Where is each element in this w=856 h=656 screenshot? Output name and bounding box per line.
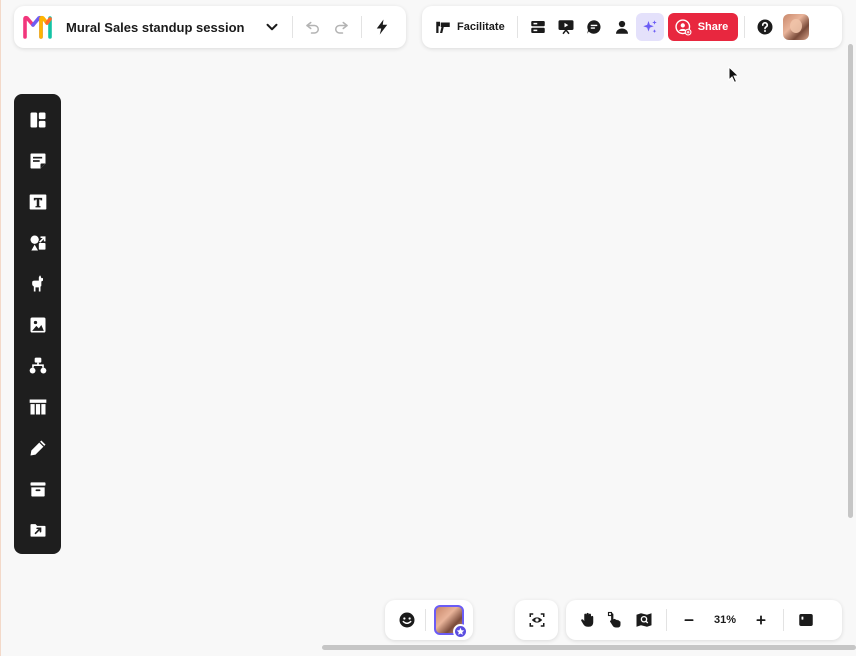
emoji-reaction-icon[interactable] — [393, 606, 421, 634]
table-button[interactable] — [21, 390, 55, 424]
facilitate-label: Facilitate — [457, 21, 505, 33]
view-panel — [515, 600, 558, 640]
focus-view-icon[interactable] — [523, 606, 551, 634]
self-avatar[interactable] — [434, 605, 468, 639]
participants-icon[interactable] — [608, 13, 636, 41]
archive-button[interactable] — [21, 472, 55, 506]
archive-icon — [30, 482, 45, 497]
redo-icon[interactable] — [327, 13, 355, 41]
shapes-button[interactable] — [21, 226, 55, 260]
sticky-note-icon — [30, 153, 45, 169]
export-icon — [30, 523, 45, 537]
divider — [361, 16, 363, 38]
left-toolbar — [14, 94, 61, 554]
icons-button[interactable] — [21, 267, 55, 301]
select-pointer-icon[interactable] — [602, 606, 630, 634]
sticky-note-button[interactable] — [21, 144, 55, 178]
text-button[interactable] — [21, 185, 55, 219]
board-menu-chevron-down-icon[interactable] — [258, 13, 286, 41]
add-user-icon — [675, 18, 692, 35]
divider — [744, 16, 746, 38]
divider — [425, 609, 426, 631]
map-search-icon[interactable] — [630, 606, 658, 634]
mural-logo-icon[interactable] — [22, 14, 56, 40]
divider — [516, 16, 518, 38]
facilitator-star-icon — [453, 624, 468, 639]
share-button[interactable]: Share — [667, 13, 739, 41]
board-header: Mural Sales standup session — [14, 6, 406, 48]
table-icon — [29, 399, 46, 415]
vertical-scrollbar[interactable] — [848, 44, 853, 518]
ai-sparkle-icon[interactable] — [635, 13, 664, 41]
share-label: Share — [697, 21, 729, 33]
user-avatar[interactable] — [783, 14, 810, 40]
templates-icon — [30, 112, 45, 128]
zoom-in-icon[interactable] — [747, 606, 775, 634]
mouse-cursor-icon — [728, 66, 740, 84]
minimap-sidebar-icon[interactable] — [792, 606, 820, 634]
navigation-panel: 31% — [566, 600, 842, 640]
board-canvas[interactable] — [0, 0, 856, 656]
board-title[interactable]: Mural Sales standup session — [66, 20, 244, 35]
undo-icon[interactable] — [299, 13, 327, 41]
image-button[interactable] — [21, 308, 55, 342]
comments-icon[interactable] — [580, 13, 608, 41]
divider — [783, 609, 784, 631]
lightning-icon[interactable] — [368, 13, 396, 41]
draw-button[interactable] — [21, 431, 55, 465]
facilitate-button[interactable]: Facilitate — [428, 13, 511, 41]
diagram-icon — [29, 357, 46, 374]
hand-pan-icon[interactable] — [574, 606, 602, 634]
outline-icon[interactable] — [524, 13, 552, 41]
diagram-button[interactable] — [21, 349, 55, 383]
text-icon — [29, 194, 46, 210]
pen-icon — [30, 440, 45, 456]
help-icon[interactable] — [751, 13, 779, 41]
shapes-icon — [30, 235, 45, 251]
facilitation-icon — [436, 21, 450, 33]
reactions-panel — [385, 600, 473, 640]
collaboration-toolbar: Facilitate Share — [422, 6, 842, 48]
divider — [666, 609, 667, 631]
templates-button[interactable] — [21, 103, 55, 137]
zoom-level[interactable]: 31% — [703, 614, 747, 626]
divider — [292, 16, 294, 38]
llama-icon — [31, 275, 43, 292]
export-button[interactable] — [21, 513, 55, 547]
horizontal-scrollbar[interactable] — [322, 645, 856, 650]
presentation-icon[interactable] — [552, 13, 580, 41]
zoom-out-icon[interactable] — [675, 606, 703, 634]
image-icon — [30, 317, 45, 333]
